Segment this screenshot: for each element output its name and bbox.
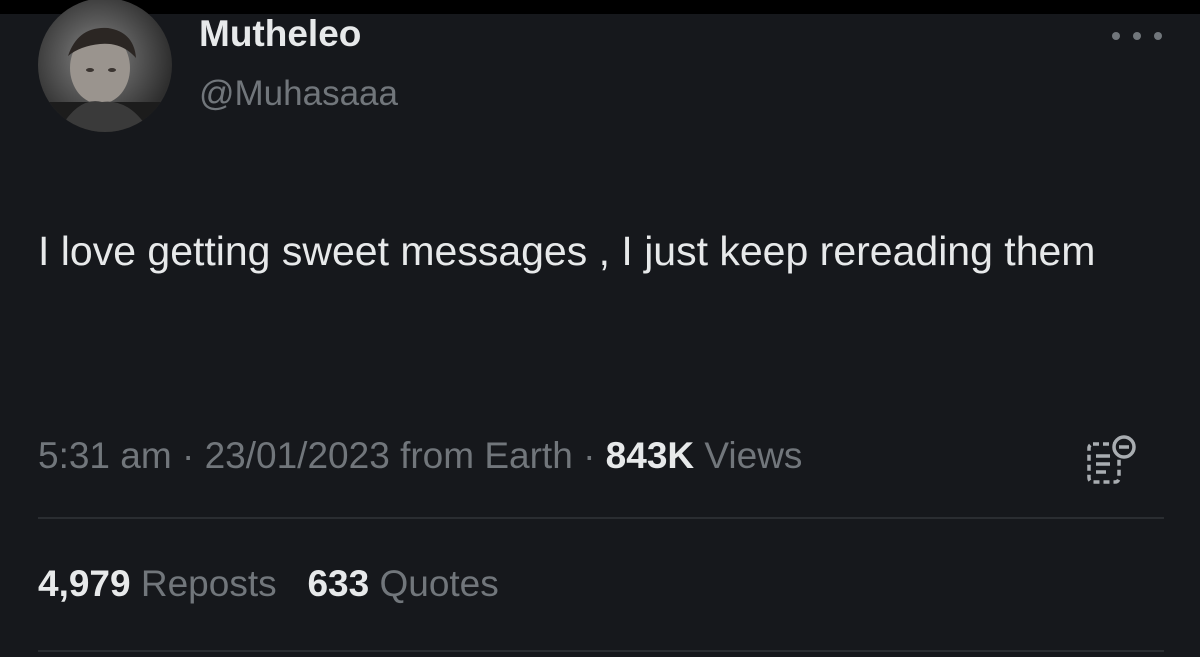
quotes-count: 633 [307,563,370,604]
profile-photo-icon [38,27,172,132]
post-analytics-button[interactable] [1086,434,1136,486]
top-bar [0,0,1200,14]
reposts-label: Reposts [140,563,277,604]
engagement-stats: 4,979 Reposts 633 Quotes [38,562,499,606]
views-label: Views [704,435,803,476]
quotes-label: Quotes [379,563,499,604]
quotes-stat[interactable]: 633 Quotes [307,563,498,604]
more-horizontal-icon [1154,32,1162,40]
reposts-count: 4,979 [38,563,131,604]
tweet-date[interactable]: 23/01/2023 [205,435,390,476]
views-count: 843K [605,435,695,476]
tweet-time[interactable]: 5:31 am [38,435,172,476]
more-horizontal-icon [1112,32,1120,40]
post-analytics-icon [1087,435,1136,484]
meta-separator: · [181,435,195,476]
divider [38,517,1164,519]
meta-separator: · [583,435,596,476]
avatar[interactable] [38,0,172,132]
tweet-source: from Earth [400,435,573,476]
author-display-name[interactable]: Mutheleo [199,14,361,54]
reposts-stat[interactable]: 4,979 Reposts [38,563,287,604]
tweet-text: I love getting sweet messages , I just k… [38,228,1096,274]
more-horizontal-icon [1133,32,1141,40]
divider [38,650,1164,652]
author-handle[interactable]: @Muhasaaa [199,74,398,114]
tweet-meta: 5:31 am · 23/01/2023 from Earth · 843K V… [38,434,802,478]
tweet-card: Mutheleo @Muhasaaa I love getting sweet … [0,0,1200,657]
more-options-button[interactable] [1112,26,1162,46]
